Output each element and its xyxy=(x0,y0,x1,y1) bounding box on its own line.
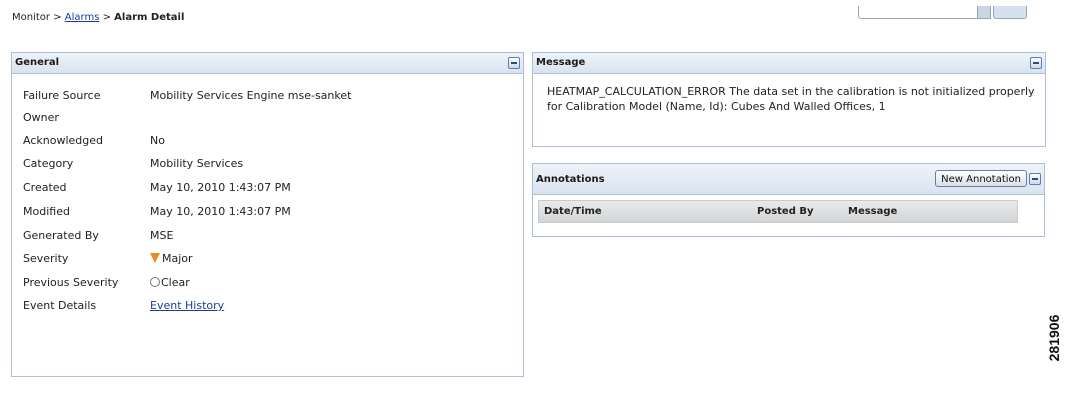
previous-severity-text: Clear xyxy=(161,276,190,289)
event-details-value: Event History xyxy=(150,299,224,312)
clear-severity-icon xyxy=(150,277,160,287)
annotations-panel: Annotations New Annotation Date/Time Pos… xyxy=(532,163,1045,237)
detail-value: MSE xyxy=(150,229,174,242)
breadcrumb-monitor: Monitor xyxy=(12,12,51,23)
detail-value: Mobility Services Engine mse-sanket xyxy=(150,89,352,102)
panel-title: Annotations xyxy=(536,174,605,185)
column-header-datetime[interactable]: Date/Time xyxy=(544,206,602,217)
detail-label: Modified xyxy=(23,205,70,218)
panel-title: General xyxy=(15,57,59,68)
detail-label: Event Details xyxy=(23,299,97,312)
detail-row: Modified May 10, 2010 1:43:07 PM xyxy=(12,200,523,222)
severity-text: Major xyxy=(162,252,193,265)
detail-row: Previous Severity Clear xyxy=(12,271,523,293)
breadcrumb-separator: > xyxy=(50,12,65,23)
severity-value: Major xyxy=(150,252,193,265)
detail-label: Created xyxy=(23,181,67,194)
detail-value: May 10, 2010 1:43:07 PM xyxy=(150,205,291,218)
collapse-icon[interactable] xyxy=(508,57,520,69)
panel-title: Message xyxy=(536,57,586,68)
collapse-icon[interactable] xyxy=(1029,173,1041,185)
message-text: HEATMAP_CALCULATION_ERROR The data set i… xyxy=(547,85,1035,113)
new-annotation-button[interactable]: New Annotation xyxy=(935,170,1027,187)
general-panel: General Failure Source Mobility Services… xyxy=(11,52,524,377)
collapse-icon[interactable] xyxy=(1030,57,1042,69)
detail-row: Category Mobility Services xyxy=(12,152,523,174)
general-panel-header: General xyxy=(12,53,523,74)
detail-label: Previous Severity xyxy=(23,276,119,289)
detail-value: No xyxy=(150,134,165,147)
detail-label: Acknowledged xyxy=(23,134,103,147)
detail-row: Event Details Event History xyxy=(12,294,523,316)
detail-row: Generated By MSE xyxy=(12,224,523,246)
detail-row: Failure Source Mobility Services Engine … xyxy=(12,84,523,106)
breadcrumb: Monitor > Alarms > Alarm Detail xyxy=(12,12,184,23)
detail-value: Mobility Services xyxy=(150,157,244,170)
figure-number: 281906 xyxy=(1046,314,1062,362)
search-dropdown-button[interactable] xyxy=(977,6,991,19)
breadcrumb-separator: > xyxy=(99,12,115,23)
search-input[interactable] xyxy=(858,6,982,19)
breadcrumb-current: Alarm Detail xyxy=(114,12,185,23)
message-panel: Message HEATMAP_CALCULATION_ERROR The da… xyxy=(532,52,1046,147)
detail-row: Severity Major xyxy=(12,247,523,269)
detail-label: Severity xyxy=(23,252,69,265)
detail-label: Failure Source xyxy=(23,89,101,102)
annotations-table-header: Date/Time Posted By Message xyxy=(538,200,1018,223)
event-history-link[interactable]: Event History xyxy=(150,299,224,312)
message-panel-header: Message xyxy=(533,53,1045,74)
annotations-panel-header: Annotations New Annotation xyxy=(533,164,1044,195)
go-button[interactable] xyxy=(993,6,1027,19)
breadcrumb-alarms-link[interactable]: Alarms xyxy=(65,12,100,23)
column-header-posted-by[interactable]: Posted By xyxy=(757,206,814,217)
previous-severity-value: Clear xyxy=(150,276,190,289)
column-header-message[interactable]: Message xyxy=(848,206,897,217)
detail-label: Owner xyxy=(23,111,59,124)
detail-row: Owner xyxy=(12,106,523,128)
detail-label: Generated By xyxy=(23,229,99,242)
major-severity-icon xyxy=(150,253,160,263)
detail-row: Acknowledged No xyxy=(12,129,523,151)
detail-label: Category xyxy=(23,157,74,170)
detail-value: May 10, 2010 1:43:07 PM xyxy=(150,181,291,194)
detail-row: Created May 10, 2010 1:43:07 PM xyxy=(12,176,523,198)
